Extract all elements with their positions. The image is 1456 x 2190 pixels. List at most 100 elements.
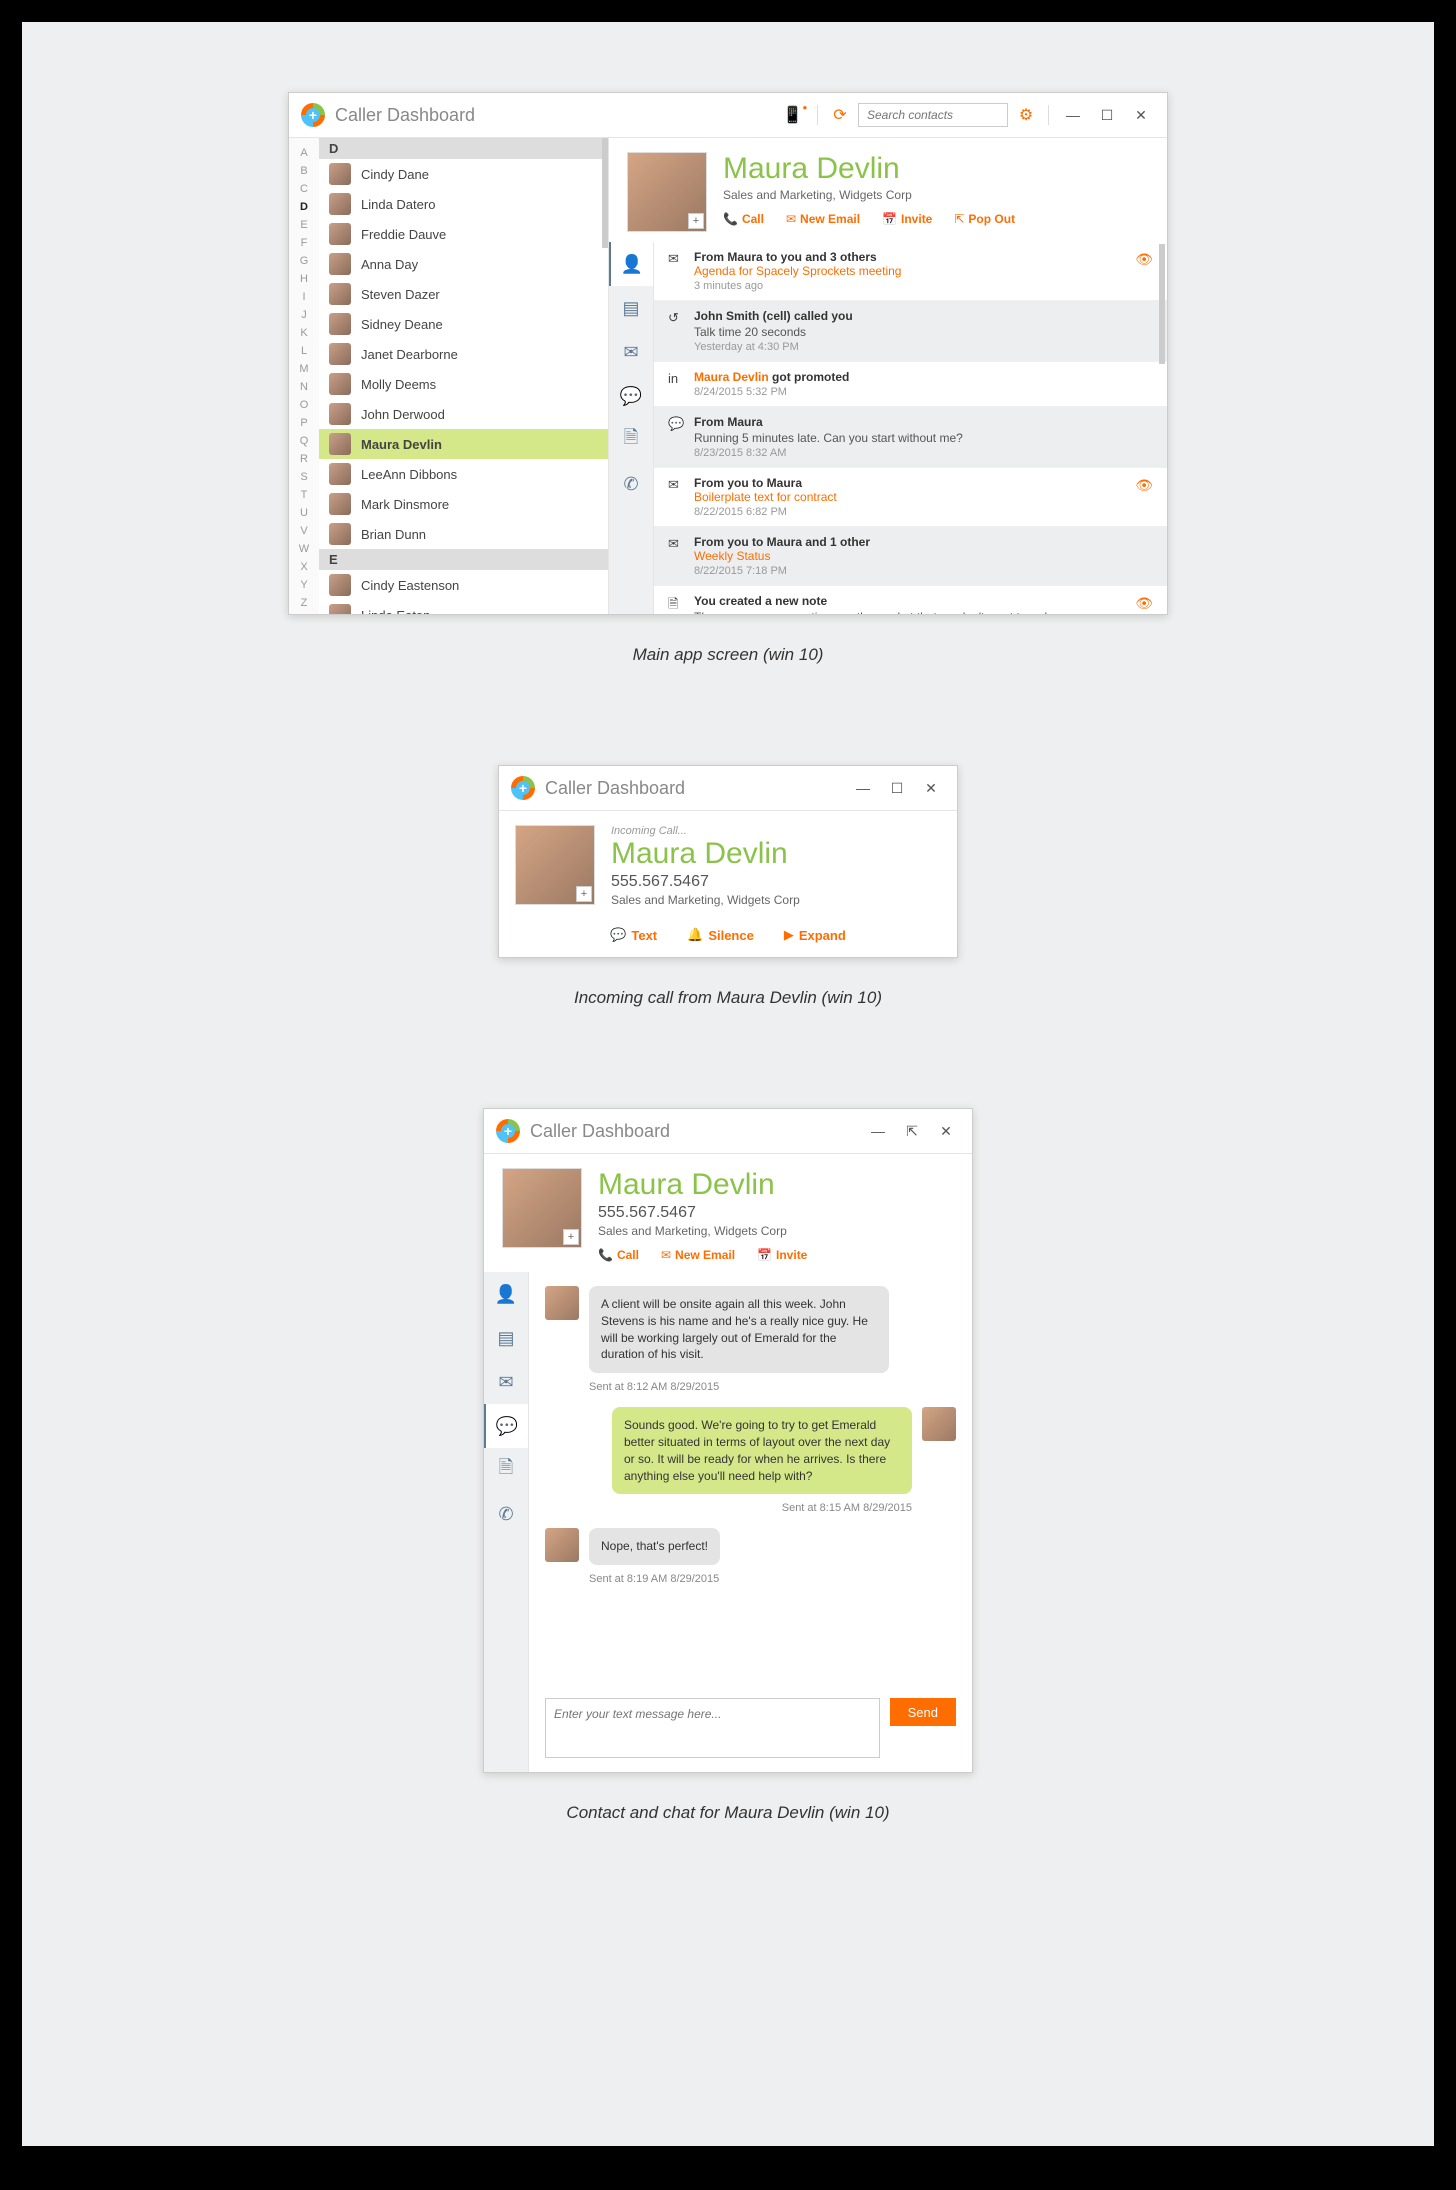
- alpha-letter[interactable]: W: [299, 542, 309, 556]
- alpha-letter[interactable]: B: [300, 164, 307, 178]
- popout-button[interactable]: ⇱ Pop Out: [954, 212, 1015, 226]
- eye-icon[interactable]: 👁: [1135, 595, 1153, 612]
- alpha-letter[interactable]: S: [300, 470, 307, 484]
- tab-phone-icon[interactable]: ✆: [484, 1492, 528, 1536]
- send-button[interactable]: Send: [890, 1698, 956, 1726]
- alpha-letter[interactable]: Z: [301, 596, 308, 610]
- new-email-button[interactable]: ✉ New Email: [786, 212, 860, 226]
- eye-icon[interactable]: 👁: [1135, 251, 1153, 268]
- contact-row[interactable]: Mark Dinsmore: [319, 489, 608, 519]
- text-button[interactable]: 💬 Text: [610, 927, 657, 943]
- alpha-letter[interactable]: E: [300, 218, 307, 232]
- contact-row[interactable]: Janet Dearborne: [319, 339, 608, 369]
- feed-item[interactable]: ✉👁From you to MauraBoilerplate text for …: [654, 468, 1167, 527]
- contact-row[interactable]: Linda Eaton: [319, 600, 608, 614]
- call-button[interactable]: 📞 Call: [723, 212, 764, 226]
- feed-item[interactable]: 🗎👁You created a new noteThere are so man…: [654, 586, 1167, 614]
- contact-row[interactable]: Steven Dazer: [319, 279, 608, 309]
- tab-document-icon[interactable]: 🗎: [609, 418, 653, 462]
- alpha-letter[interactable]: R: [300, 452, 308, 466]
- restore-button[interactable]: ⇱: [898, 1123, 926, 1140]
- alpha-letter[interactable]: D: [300, 200, 308, 214]
- minimize-button[interactable]: —: [849, 780, 877, 796]
- contact-name: Maura Devlin: [598, 1168, 807, 1202]
- contact-header: Maura Devlin 555.567.5467 Sales and Mark…: [484, 1154, 972, 1272]
- alpha-letter[interactable]: K: [300, 326, 307, 340]
- silence-button[interactable]: 🔔 Silence: [687, 927, 754, 943]
- feed-link[interactable]: Boilerplate text for contract: [694, 490, 1133, 504]
- alpha-letter[interactable]: J: [301, 308, 307, 322]
- expand-button[interactable]: ▶ Expand: [784, 927, 846, 943]
- close-button[interactable]: ✕: [932, 1123, 960, 1140]
- maximize-button[interactable]: ☐: [883, 780, 911, 797]
- feed-item[interactable]: ✉From you to Maura and 1 otherWeekly Sta…: [654, 527, 1167, 586]
- feed-item[interactable]: ↺John Smith (cell) called youTalk time 2…: [654, 301, 1167, 362]
- alpha-letter[interactable]: L: [301, 344, 307, 358]
- contact-row[interactable]: LeeAnn Dibbons: [319, 459, 608, 489]
- contact-row[interactable]: Sidney Deane: [319, 309, 608, 339]
- contact-row[interactable]: Anna Day: [319, 249, 608, 279]
- settings-gear-icon[interactable]: ⚙: [1014, 103, 1038, 127]
- tab-chat-icon[interactable]: 💬: [609, 374, 653, 418]
- alpha-letter[interactable]: V: [300, 524, 307, 538]
- contact-row[interactable]: Brian Dunn: [319, 519, 608, 549]
- contact-list: DCindy DaneLinda DateroFreddie DauveAnna…: [319, 138, 609, 614]
- alpha-letter[interactable]: T: [301, 488, 308, 502]
- contact-row[interactable]: Cindy Dane: [319, 159, 608, 189]
- contact-row[interactable]: Freddie Dauve: [319, 219, 608, 249]
- invite-button[interactable]: 📅 Invite: [882, 212, 932, 226]
- alpha-letter[interactable]: X: [300, 560, 307, 574]
- device-icon[interactable]: 📱●: [783, 103, 807, 127]
- caller-name: Maura Devlin: [611, 837, 800, 871]
- feed-item[interactable]: ✉👁From Maura to you and 3 othersAgenda f…: [654, 242, 1167, 301]
- alpha-letter[interactable]: Y: [300, 578, 307, 592]
- contact-row[interactable]: John Derwood: [319, 399, 608, 429]
- contact-row[interactable]: Linda Datero: [319, 189, 608, 219]
- contact-row[interactable]: Molly Deems: [319, 369, 608, 399]
- contact-avatar[interactable]: [502, 1168, 582, 1248]
- alpha-letter[interactable]: O: [300, 398, 309, 412]
- alpha-letter[interactable]: G: [300, 254, 309, 268]
- contact-row[interactable]: Maura Devlin: [319, 429, 608, 459]
- close-button[interactable]: ✕: [1127, 107, 1155, 124]
- alpha-letter[interactable]: M: [299, 362, 308, 376]
- minimize-button[interactable]: —: [864, 1123, 892, 1139]
- contact-row[interactable]: Cindy Eastenson: [319, 570, 608, 600]
- minimize-button[interactable]: —: [1059, 107, 1087, 123]
- feed-item[interactable]: 💬From MauraRunning 5 minutes late. Can y…: [654, 407, 1167, 468]
- tab-phone-icon[interactable]: ✆: [609, 462, 653, 506]
- tab-document-icon[interactable]: 🗎: [484, 1448, 528, 1492]
- close-button[interactable]: ✕: [917, 780, 945, 797]
- refresh-icon[interactable]: ⟳: [828, 103, 852, 127]
- eye-icon[interactable]: 👁: [1135, 477, 1153, 494]
- alpha-letter[interactable]: H: [300, 272, 308, 286]
- invite-button[interactable]: 📅 Invite: [757, 1248, 807, 1262]
- tab-mail-icon[interactable]: ✉: [609, 330, 653, 374]
- call-button[interactable]: 📞 Call: [598, 1248, 639, 1262]
- new-email-button[interactable]: ✉ New Email: [661, 1248, 735, 1262]
- tab-chat-icon[interactable]: 💬: [484, 1404, 528, 1448]
- tab-notes-icon[interactable]: ▤: [609, 286, 653, 330]
- feed-item[interactable]: inMaura Devlin got promoted8/24/2015 5:3…: [654, 362, 1167, 407]
- contact-avatar[interactable]: [627, 152, 707, 232]
- tab-mail-icon[interactable]: ✉: [484, 1360, 528, 1404]
- alpha-letter[interactable]: P: [300, 416, 307, 430]
- search-input[interactable]: [858, 103, 1008, 127]
- incoming-actions: 💬 Text 🔔 Silence ▶ Expand: [499, 921, 957, 957]
- alpha-letter[interactable]: C: [300, 182, 308, 196]
- chat-bubble: Nope, that's perfect!: [589, 1528, 720, 1565]
- alpha-letter[interactable]: U: [300, 506, 308, 520]
- tab-person-icon[interactable]: 👤: [484, 1272, 528, 1316]
- tab-person-icon[interactable]: 👤: [609, 242, 653, 286]
- maximize-button[interactable]: ☐: [1093, 107, 1121, 124]
- feed-link[interactable]: Weekly Status: [694, 549, 1133, 563]
- tab-notes-icon[interactable]: ▤: [484, 1316, 528, 1360]
- alpha-letter[interactable]: Q: [300, 434, 309, 448]
- alpha-letter[interactable]: I: [302, 290, 305, 304]
- feed-link[interactable]: Agenda for Spacely Sprockets meeting: [694, 264, 1133, 278]
- caption-incoming: Incoming call from Maura Devlin (win 10): [22, 988, 1434, 1008]
- alpha-letter[interactable]: N: [300, 380, 308, 394]
- compose-input[interactable]: [545, 1698, 880, 1758]
- alpha-letter[interactable]: F: [301, 236, 308, 250]
- alpha-letter[interactable]: A: [300, 146, 307, 160]
